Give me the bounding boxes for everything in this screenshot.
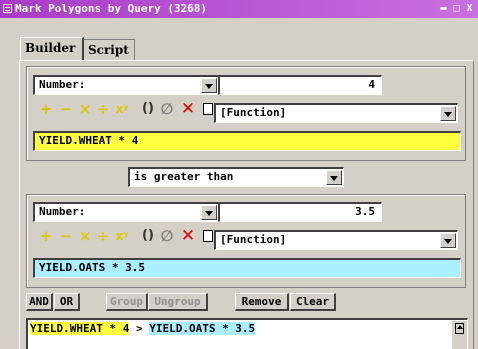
clear-icon[interactable]: ✕ (179, 228, 197, 245)
maximize-button[interactable]: □ (450, 2, 463, 15)
query-right-operand: YIELD.OATS * 3.5 (149, 322, 256, 335)
divide-icon[interactable]: ÷ (95, 101, 111, 117)
no-function-icon[interactable]: ∅ (159, 228, 175, 244)
expression-field-name: YIELD.OATS (39, 261, 106, 274)
document-icon[interactable] (203, 103, 213, 115)
minimize-button[interactable]: ▬ (437, 2, 450, 15)
vertical-scrollbar[interactable] (451, 320, 467, 349)
ungroup-button[interactable]: Ungroup (148, 293, 208, 311)
expression-value: 3.5 (125, 261, 145, 274)
expression-field-2[interactable]: YIELD.OATS * 3.5 (33, 258, 461, 278)
expression-field-name: YIELD.WHEAT (39, 134, 112, 147)
plus-icon[interactable]: + (37, 101, 55, 117)
window-title: Mark Polygons by Query (3268) (15, 2, 208, 15)
chevron-down-icon[interactable] (326, 170, 342, 185)
clear-icon[interactable]: ✕ (179, 101, 197, 118)
query-left-operand: YIELD.WHEAT * 4 (30, 322, 130, 335)
expression-field-1[interactable]: YIELD.WHEAT * 4 (33, 131, 461, 151)
title-bar: Mark Polygons by Query (3268) ▬ □ X (0, 0, 478, 18)
number-value-field[interactable]: 3.5 (218, 202, 382, 222)
and-button[interactable]: AND (26, 293, 53, 311)
tab-builder[interactable]: Builder (20, 37, 84, 60)
query-comparison-operator: > (135, 322, 143, 335)
no-function-icon[interactable]: ∅ (159, 101, 175, 117)
operand-1-panel: Number: 4 + − × ÷ xʸ () ∅ ✕ [Function] Y… (26, 66, 466, 161)
chevron-down-icon[interactable] (201, 205, 217, 220)
parentheses-icon[interactable]: () (139, 101, 157, 117)
query-text-area[interactable]: YIELD.WHEAT * 4 > YIELD.OATS * 3.5 (26, 318, 468, 349)
expression-value: 4 (131, 134, 139, 147)
or-button[interactable]: OR (54, 293, 80, 311)
function-select[interactable]: [Function] (214, 103, 458, 123)
power-icon[interactable]: xʸ (113, 228, 131, 244)
document-icon[interactable] (203, 230, 213, 242)
tab-script[interactable]: Script (83, 39, 135, 60)
minus-icon[interactable]: − (57, 101, 75, 117)
minus-icon[interactable]: − (57, 228, 75, 244)
multiply-icon[interactable]: × (77, 228, 93, 244)
chevron-down-icon[interactable] (201, 78, 217, 93)
clear-button[interactable]: Clear (290, 293, 336, 311)
multiply-icon[interactable]: × (77, 101, 93, 117)
remove-button[interactable]: Remove (235, 293, 289, 311)
query-expression: YIELD.WHEAT * 4 > YIELD.OATS * 3.5 (30, 321, 256, 336)
divide-icon[interactable]: ÷ (95, 228, 111, 244)
operand-2-panel: Number: 3.5 + − × ÷ xʸ () ∅ ✕ [Function]… (26, 194, 466, 288)
window-menu-icon[interactable] (3, 4, 12, 13)
chevron-down-icon[interactable] (440, 106, 456, 121)
function-select[interactable]: [Function] (214, 230, 458, 250)
power-icon[interactable]: xʸ (113, 101, 131, 117)
group-button[interactable]: Group (106, 293, 148, 311)
expression-operator: * (111, 261, 119, 274)
chevron-down-icon[interactable] (440, 233, 456, 248)
comparison-select[interactable]: is greater than (128, 167, 344, 187)
number-type-select[interactable]: Number: (33, 75, 219, 95)
plus-icon[interactable]: + (37, 228, 55, 244)
parentheses-icon[interactable]: () (139, 228, 157, 244)
number-type-select[interactable]: Number: (33, 202, 219, 222)
expression-operator: * (118, 134, 126, 147)
close-button[interactable]: X (463, 2, 476, 15)
number-value-field[interactable]: 4 (218, 75, 382, 95)
scroll-up-icon[interactable] (455, 323, 464, 334)
